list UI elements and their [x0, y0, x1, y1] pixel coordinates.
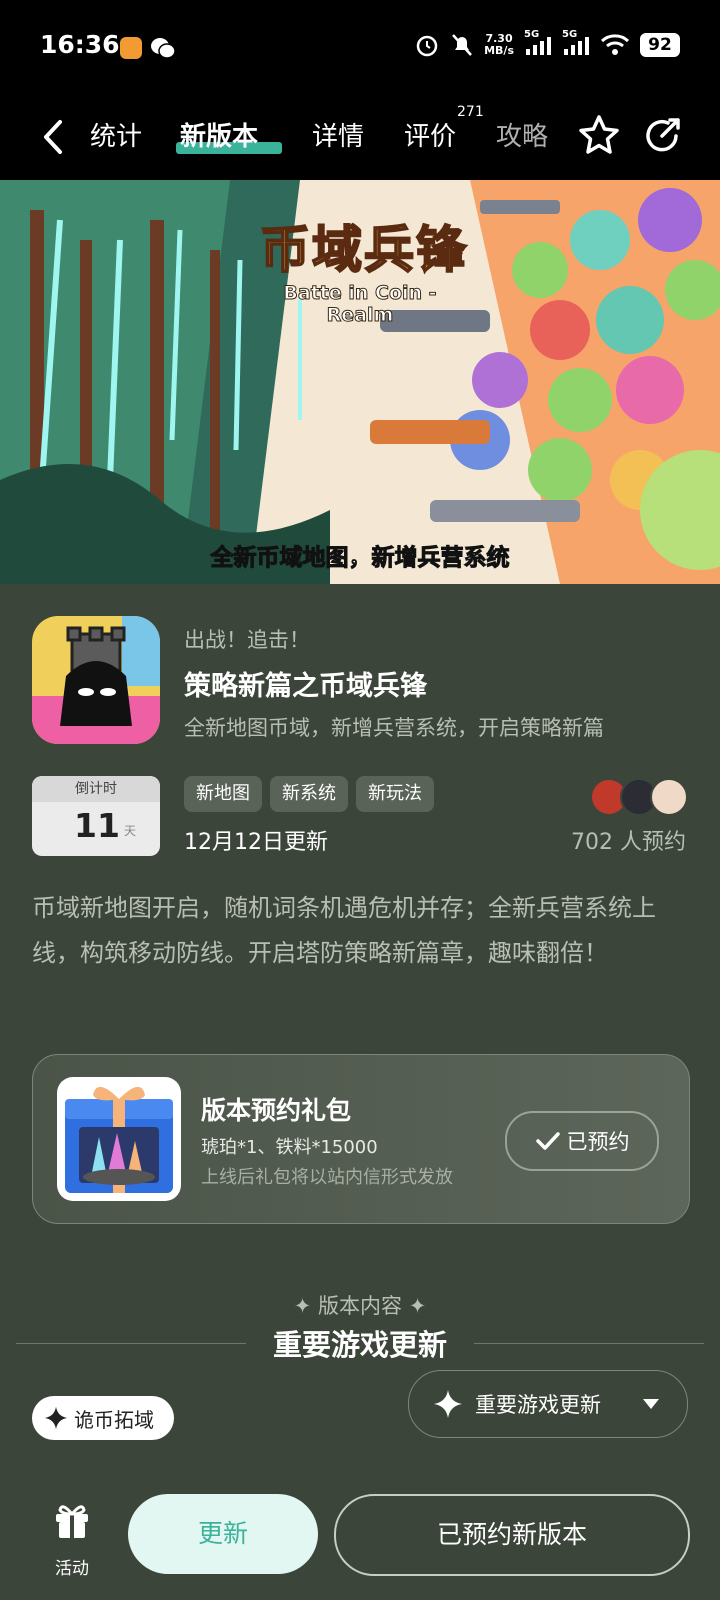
share-icon[interactable]: [640, 112, 686, 158]
version-subtitle: 全新地图币域，新增兵营系统，开启策略新篇: [184, 716, 604, 740]
checkmark-icon: [535, 1132, 560, 1150]
status-bar: 16:36 7.30 MB/s 5G 5G 92: [0, 0, 720, 96]
avatar: [650, 778, 688, 816]
version-banner[interactable]: 币域兵锋 Batte in Coin - Realm 全新币域地图，新增兵营系统: [0, 180, 720, 584]
gift-items: 琥珀*1、铁料*15000: [201, 1137, 378, 1158]
update-date: 12月12日更新: [184, 830, 328, 855]
countdown-widget: 倒计时 11 天: [32, 776, 160, 856]
caret-down-icon: [643, 1399, 659, 1409]
dropdown-label: 重要游戏更新: [475, 1393, 601, 1417]
banner-caption: 全新币域地图，新增兵营系统: [210, 545, 510, 572]
favorite-star-icon[interactable]: [576, 112, 622, 158]
net-speed: 7.30 MB/s: [484, 33, 514, 57]
section-filter-dropdown[interactable]: 重要游戏更新: [408, 1370, 688, 1438]
section-chip[interactable]: 诡币拓域: [32, 1396, 174, 1440]
countdown-label: 倒计时: [32, 776, 160, 802]
tab-reviews[interactable]: 评价: [404, 116, 456, 153]
wechat-icon: [151, 38, 176, 59]
section-kicker-label: 版本内容: [318, 1294, 402, 1318]
update-button[interactable]: 更新: [128, 1494, 318, 1574]
tag-new-map[interactable]: 新地图: [184, 776, 262, 812]
version-title: 策略新篇之币域兵锋: [184, 671, 427, 702]
mute-icon: [452, 34, 473, 56]
banner-subtitle: Batte in Coin - Realm: [283, 282, 437, 327]
section-header: 重要游戏更新: [16, 1318, 704, 1368]
review-count-badge: 271: [457, 104, 484, 120]
signal-icon: 5G: [524, 29, 552, 57]
sparkle-icon: ✦: [408, 1294, 427, 1318]
activity-label[interactable]: 活动: [52, 1554, 92, 1579]
signal-icon-2: 5G: [562, 29, 590, 57]
gift-box-image: [57, 1077, 181, 1201]
reservation-count: 702 人预约: [571, 830, 686, 855]
sparkle-icon: ✦: [293, 1294, 312, 1318]
section-kicker: ✦ 版本内容 ✦: [0, 1290, 720, 1320]
reserver-avatars[interactable]: [590, 778, 688, 816]
tab-new-version[interactable]: 新版本: [180, 116, 258, 153]
wifi-icon: [600, 34, 630, 55]
gift-reserved-label: 已预约: [566, 1130, 630, 1154]
tab-details[interactable]: 详情: [312, 116, 364, 153]
tab-guides[interactable]: 攻略: [496, 116, 548, 153]
preordered-version-button[interactable]: 已预约新版本: [334, 1494, 690, 1576]
tag-new-system[interactable]: 新系统: [270, 776, 348, 812]
battery-indicator: 92: [640, 33, 680, 57]
bottom-action-bar: 活动 更新 已预约新版本: [0, 1470, 720, 1600]
gift-reserved-button[interactable]: 已预约: [505, 1111, 659, 1171]
sparkle-icon: [434, 1390, 462, 1418]
section-title: 重要游戏更新: [272, 1328, 447, 1362]
version-pretitle: 出战！追击！: [184, 628, 310, 652]
countdown-unit: 天: [124, 824, 137, 838]
app-notification-icon: [120, 37, 142, 59]
status-icons: 7.30 MB/s 5G 5G 92: [414, 29, 680, 58]
net-speed-unit: MB/s: [484, 44, 514, 57]
clock: 16:36: [40, 30, 120, 59]
tag-new-gameplay[interactable]: 新玩法: [356, 776, 434, 812]
app-icon: [32, 616, 160, 744]
tab-stats[interactable]: 统计: [90, 116, 142, 153]
back-arrow-icon[interactable]: [38, 118, 68, 156]
top-nav: 统计 新版本 详情 评价 271 攻略: [0, 96, 720, 180]
countdown-value: 11: [74, 806, 120, 845]
sparkle-icon: [44, 1406, 68, 1430]
chip-label: 诡币拓域: [74, 1407, 154, 1432]
banner-title: 币域兵锋: [259, 220, 468, 280]
gift-pack-card[interactable]: 版本预约礼包 琥珀*1、铁料*15000 上线后礼包将以站内信形式发放 已预约: [32, 1054, 690, 1224]
version-description: 币域新地图开启，随机词条机遇危机并存；全新兵营系统上线，构筑移动防线。开启塔防策…: [32, 894, 656, 967]
gift-title: 版本预约礼包: [201, 1096, 352, 1125]
tag-list: 新地图 新系统 新玩法: [184, 776, 434, 812]
gift-note: 上线后礼包将以站内信形式发放: [201, 1167, 453, 1188]
gift-icon[interactable]: [52, 1500, 92, 1540]
alarm-icon: [416, 35, 438, 57]
